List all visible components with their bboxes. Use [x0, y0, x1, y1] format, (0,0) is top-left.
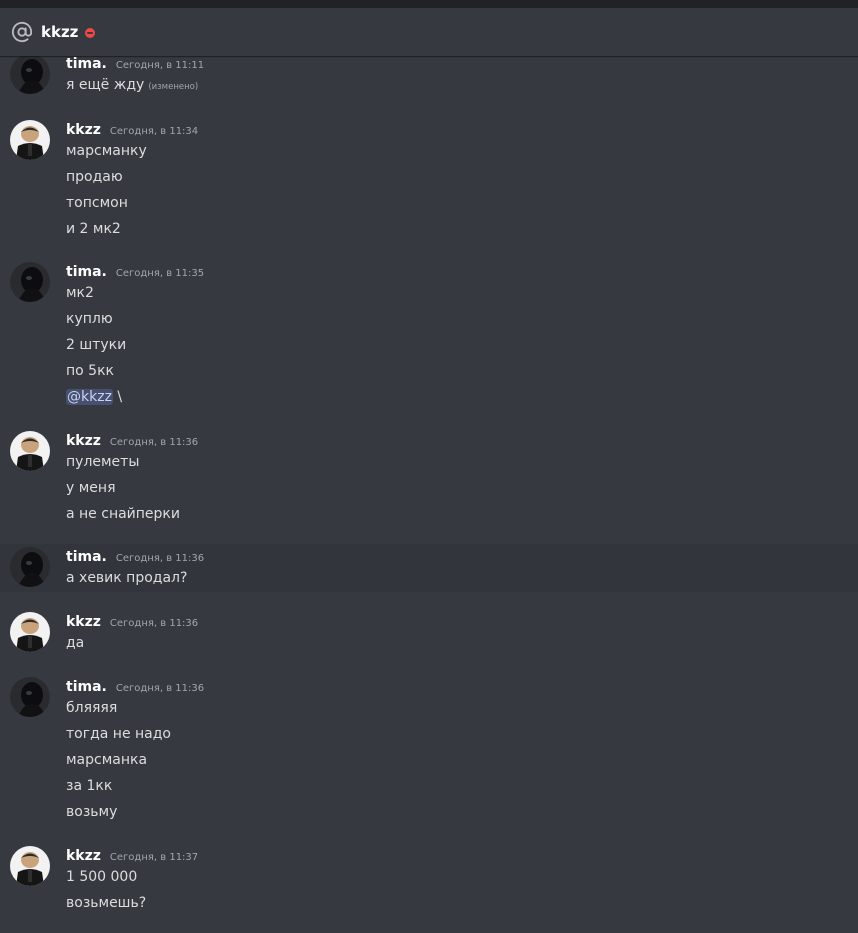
message-line: да: [66, 635, 85, 651]
message-line: @kkzz \: [66, 389, 122, 405]
at-icon: [11, 21, 33, 43]
avatar-tima[interactable]: [10, 677, 50, 717]
timestamp: Сегодня, в 11:11: [115, 60, 205, 71]
message-group: kkzz Сегодня, в 11:37 1 500 000 возьмешь…: [0, 840, 858, 920]
timestamp: Сегодня, в 11:36: [109, 437, 199, 448]
timestamp: Сегодня, в 11:34: [109, 126, 199, 137]
message-line: марсманку: [66, 143, 147, 159]
message-list[interactable]: tima. Сегодня, в 11:11 я ещё жду (изменен…: [0, 56, 858, 933]
dnd-status-icon: [85, 28, 96, 38]
avatar-kkzz[interactable]: [10, 846, 50, 886]
message-line: бляяяя: [66, 700, 118, 716]
timestamp: Сегодня, в 11:36: [109, 618, 199, 629]
message-line: возьмешь?: [66, 895, 147, 911]
timestamp: Сегодня, в 11:37: [109, 852, 199, 863]
message-line: тогда не надо: [66, 726, 171, 742]
message-line: за 1кк: [66, 778, 113, 794]
avatar-tima[interactable]: [10, 262, 50, 302]
author-name[interactable]: tima.: [66, 264, 107, 280]
message-line: а не снайперки: [66, 506, 180, 522]
message-line: возьму: [66, 804, 118, 820]
author-name[interactable]: kkzz: [66, 433, 101, 449]
message-line: куплю: [66, 311, 113, 327]
timestamp: Сегодня, в 11:36: [115, 683, 205, 694]
avatar-kkzz[interactable]: [10, 612, 50, 652]
window-top-strip: [0, 0, 858, 8]
channel-name[interactable]: kkzz: [41, 23, 78, 41]
author-name[interactable]: kkzz: [66, 848, 101, 864]
message-text: \: [112, 389, 123, 405]
message-line: и 2 мк2: [66, 221, 121, 237]
timestamp: Сегодня, в 11:35: [115, 268, 205, 279]
channel-header: kkzz: [0, 8, 858, 56]
message-line: 1 500 000: [66, 869, 138, 885]
message-group-highlighted[interactable]: tima. Сегодня, в 11:36 а хевик продал?: [0, 544, 858, 592]
message-line: по 5кк: [66, 363, 114, 379]
message-group: tima. Сегодня, в 11:35 мк2 куплю 2 штуки…: [0, 256, 858, 411]
message-text: я ещё жду: [66, 77, 145, 93]
message-group: tima. Сегодня, в 11:36 бляяяя тогда не н…: [0, 671, 858, 826]
timestamp: Сегодня, в 11:36: [115, 553, 205, 564]
avatar-tima[interactable]: [10, 56, 50, 94]
message-group: kkzz Сегодня, в 11:34 марсманку продаю т…: [0, 114, 858, 242]
author-name[interactable]: kkzz: [66, 122, 101, 138]
author-name[interactable]: tima.: [66, 56, 107, 72]
message-group: kkzz Сегодня, в 11:36 да: [0, 606, 858, 656]
message-line: у меня: [66, 480, 116, 496]
author-name[interactable]: tima.: [66, 679, 107, 695]
avatar-tima[interactable]: [10, 547, 50, 587]
user-mention[interactable]: @kkzz: [66, 389, 113, 405]
message-line: пулеметы: [66, 454, 140, 470]
message-line: 2 штуки: [66, 337, 127, 353]
message-group: kkzz Сегодня, в 11:36 пулеметы у меня а …: [0, 425, 858, 525]
message-line: а хевик продал?: [66, 570, 188, 586]
avatar-kkzz[interactable]: [10, 120, 50, 160]
avatar-kkzz[interactable]: [10, 431, 50, 471]
message-line: мк2: [66, 285, 94, 301]
message-line: продаю: [66, 169, 123, 185]
message-group: tima. Сегодня, в 11:11 я ещё жду (изменен…: [0, 56, 858, 98]
edited-label: (изменено): [148, 82, 199, 92]
message-line: марсманка: [66, 752, 148, 768]
message-line: топсмон: [66, 195, 128, 211]
author-name[interactable]: tima.: [66, 549, 107, 565]
author-name[interactable]: kkzz: [66, 614, 101, 630]
message-line: я ещё жду (изменено): [66, 77, 198, 93]
